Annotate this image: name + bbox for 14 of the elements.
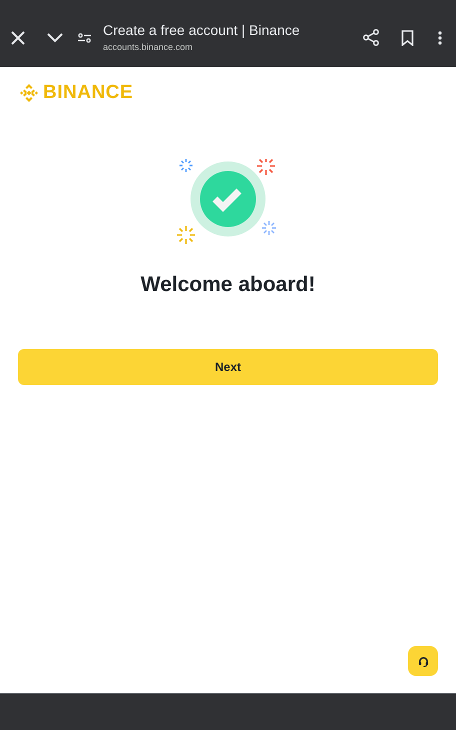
page-url: accounts.binance.com — [103, 41, 194, 53]
headset-icon — [418, 656, 428, 666]
next-button[interactable]: Next — [18, 349, 438, 385]
page-title: Create a free account | Binance — [103, 22, 300, 39]
more-icon[interactable] — [438, 30, 442, 44]
logo-text: BINANCE — [43, 82, 134, 104]
bookmark-icon[interactable] — [401, 30, 414, 46]
chevron-down-icon[interactable] — [47, 32, 63, 42]
tune-icon[interactable] — [78, 32, 91, 42]
close-icon[interactable] — [11, 30, 25, 44]
support-button[interactable] — [408, 646, 438, 676]
welcome-heading: Welcome aboard! — [140, 272, 316, 298]
logo-icon — [18, 82, 40, 104]
share-icon[interactable] — [363, 29, 379, 46]
